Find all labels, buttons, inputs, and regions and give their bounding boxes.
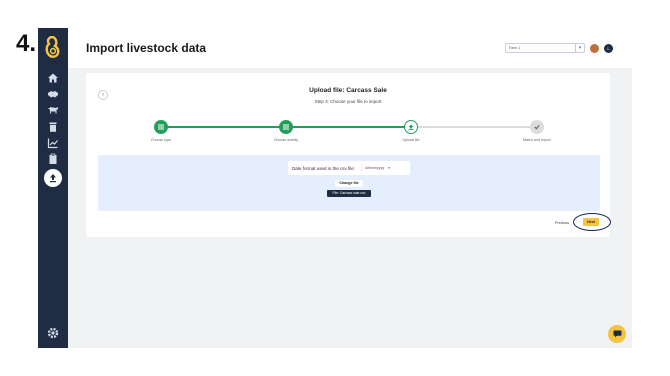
farm-select[interactable]: Farm 1 ▾ xyxy=(505,43,585,53)
cattle-icon[interactable] xyxy=(46,104,60,116)
gear-icon[interactable] xyxy=(46,326,60,340)
page-title: Import livestock data xyxy=(86,41,207,55)
upload-icon[interactable] xyxy=(44,169,62,187)
stepper-remaining-line xyxy=(411,126,537,128)
app-logo xyxy=(45,36,60,58)
clipboard-icon[interactable] xyxy=(46,153,60,165)
home-icon[interactable] xyxy=(46,72,60,84)
step-2-circle xyxy=(279,120,293,134)
list-icon xyxy=(158,124,164,130)
farm-select-value: Farm 1 xyxy=(509,46,521,50)
step-4-label: Match and import xyxy=(523,138,551,142)
check-icon xyxy=(534,125,540,130)
date-format-row: Date format used in the csv file: dd/mm/… xyxy=(288,161,410,175)
caret-down-icon: ▾ xyxy=(388,166,391,170)
chat-icon xyxy=(613,330,621,338)
upload-area[interactable]: Date format used in the csv file: dd/mm/… xyxy=(98,155,600,211)
card-title: Upload file: Carcass Sale xyxy=(309,87,387,94)
date-format-value: dd/mm/yyyy xyxy=(365,166,385,170)
previous-button[interactable]: Previous xyxy=(555,221,569,225)
date-format-label: Date format used in the csv file: xyxy=(292,165,356,171)
step-3-circle xyxy=(404,120,418,134)
highlight-ellipse xyxy=(573,213,611,231)
sidebar xyxy=(38,28,68,348)
handshake-icon[interactable] xyxy=(46,88,60,100)
top-bar: Import livestock data Farm 1 ▾ L xyxy=(68,28,632,68)
step-3-label: Upload file xyxy=(402,138,420,142)
file-chip: File: Carcass sale.csv xyxy=(327,190,371,197)
step-2-label: Choose activity xyxy=(273,138,299,142)
step-number: 4. xyxy=(16,30,37,57)
chart-icon[interactable] xyxy=(46,137,60,149)
step-4-circle xyxy=(530,120,544,134)
main-content: ‹ Upload file: Carcass Sale Step 3: Choo… xyxy=(68,68,632,348)
user-avatar[interactable]: L xyxy=(604,44,613,53)
change-file-button[interactable]: Change file xyxy=(335,180,363,187)
upload-icon xyxy=(408,124,414,130)
chevron-down-icon: ▾ xyxy=(575,44,584,52)
trash-icon[interactable] xyxy=(46,121,60,133)
import-card: ‹ Upload file: Carcass Sale Step 3: Choo… xyxy=(86,73,610,237)
card-subtitle: Step 3: Choose your file to import xyxy=(314,99,382,104)
chat-button[interactable] xyxy=(608,325,626,343)
step-1-circle xyxy=(154,120,168,134)
list-icon xyxy=(283,124,289,130)
step-1-label: Choose type xyxy=(150,138,172,142)
notification-avatar[interactable] xyxy=(590,44,599,53)
date-format-select[interactable]: dd/mm/yyyy ▾ xyxy=(361,164,393,172)
